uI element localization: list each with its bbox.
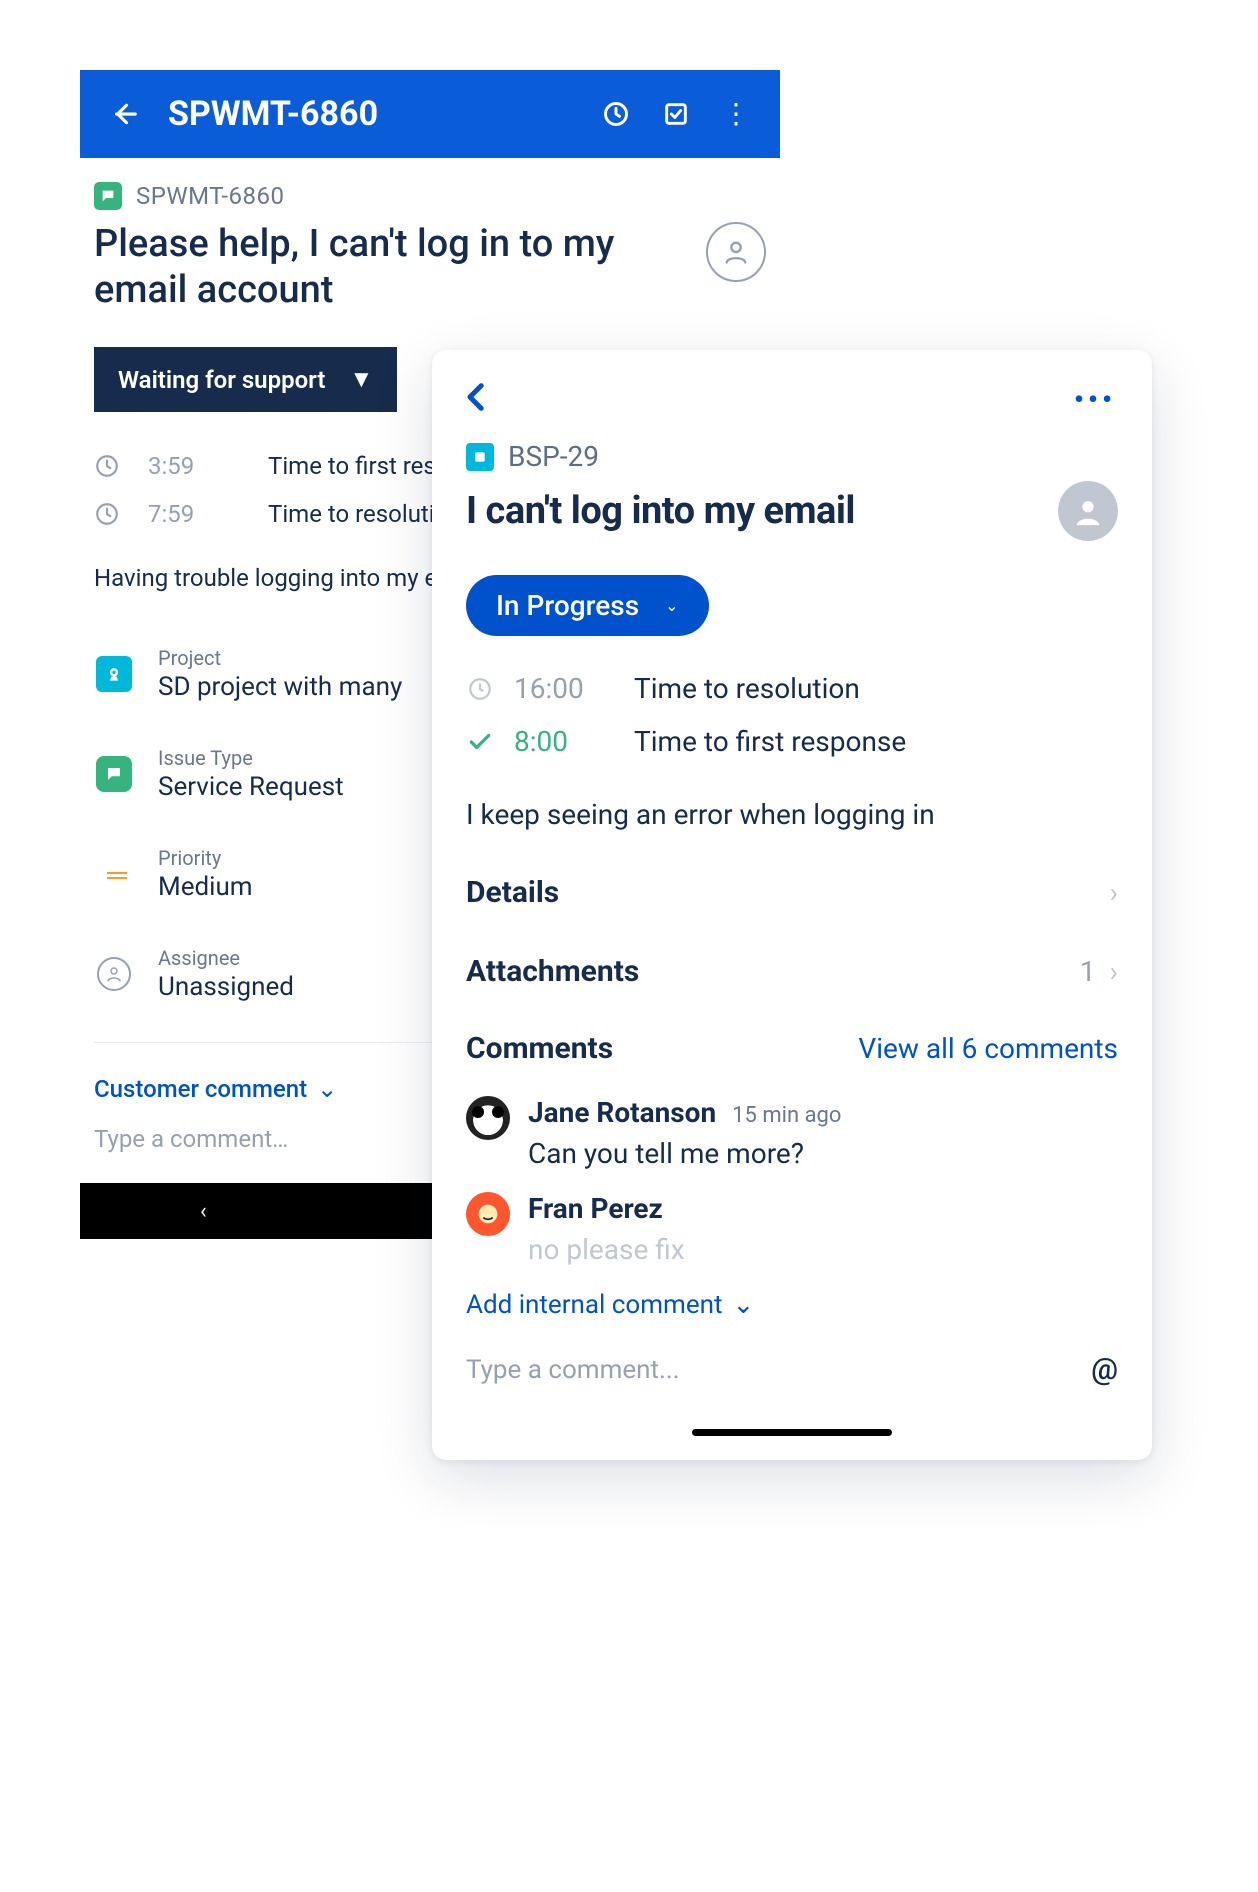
project-icon: [96, 656, 132, 692]
chevron-down-icon: ▼: [349, 365, 373, 394]
comment-placeholder: Type a comment...: [466, 1355, 680, 1385]
request-type-icon: [94, 182, 122, 210]
attachments-count: 1: [1080, 955, 1096, 988]
field-value: Service Request: [158, 772, 344, 802]
sla-time: 7:59: [148, 500, 240, 528]
sla-time: 8:00: [514, 725, 614, 758]
status-dropdown[interactable]: In Progress ⌄: [466, 575, 709, 636]
add-comment-label: Add internal comment: [466, 1290, 722, 1320]
reporter-avatar[interactable]: [1058, 481, 1118, 541]
issue-description: I keep seeing an error when logging in: [432, 768, 1152, 853]
sla-row: 16:00 Time to resolution: [432, 662, 1152, 715]
issue-key-row: SPWMT-6860: [80, 182, 780, 210]
issue-type-icon: [96, 756, 132, 792]
details-row[interactable]: Details ›: [432, 853, 1152, 932]
comment-author: Jane Rotanson: [528, 1096, 716, 1129]
more-icon[interactable]: ⋮: [720, 98, 752, 130]
field-value: SD project with many: [158, 672, 402, 702]
comments-header: Comments View all 6 comments: [432, 1011, 1152, 1080]
clock-icon: [466, 676, 494, 702]
issue-screen-b: ••• BSP-29 I can't log into my email In …: [432, 350, 1152, 1460]
reporter-avatar[interactable]: [706, 222, 766, 282]
sla-time: 3:59: [148, 452, 240, 480]
status-label: In Progress: [496, 589, 639, 622]
sla-label: Time to resolution: [634, 672, 860, 705]
person-icon: [97, 957, 131, 991]
chevron-right-icon: ›: [1110, 876, 1118, 909]
home-indicator[interactable]: [692, 1429, 892, 1436]
issue-title: Please help, I can't log in to my email …: [94, 222, 688, 313]
check-icon: [466, 729, 494, 755]
chevron-down-icon: ⌄: [317, 1075, 337, 1103]
comment-body: Can you tell me more?: [528, 1137, 841, 1170]
chevron-right-icon: ›: [1110, 955, 1118, 988]
comment-visibility-dropdown[interactable]: Add internal comment ⌄: [432, 1272, 1152, 1328]
mention-icon[interactable]: @: [1091, 1352, 1118, 1387]
field-value: Medium: [158, 872, 253, 902]
back-icon[interactable]: [108, 98, 140, 130]
field-label: Project: [158, 646, 402, 670]
attachments-label: Attachments: [466, 954, 639, 989]
comment-visibility-label: Customer comment: [94, 1075, 307, 1103]
comment-author: Fran Perez: [528, 1192, 663, 1225]
issue-key-row: BSP-29: [432, 428, 1152, 473]
comment-body: no please fix: [528, 1233, 685, 1266]
field-label: Issue Type: [158, 746, 344, 770]
comment-input[interactable]: Type a comment... @: [432, 1328, 1152, 1395]
issue-key: SPWMT-6860: [136, 182, 284, 210]
status-dropdown[interactable]: Waiting for support ▼: [94, 347, 397, 412]
comment-avatar: [466, 1192, 510, 1236]
status-label: Waiting for support: [118, 366, 325, 394]
field-value: Unassigned: [158, 972, 294, 1002]
view-all-comments-link[interactable]: View all 6 comments: [858, 1032, 1118, 1065]
comment-item: Fran Perez no please fix: [432, 1176, 1152, 1272]
comment-avatar: [466, 1096, 510, 1140]
issue-title: I can't log into my email: [466, 489, 1040, 533]
priority-icon: ═: [107, 858, 121, 891]
sla-label: Time to resolutio: [268, 500, 448, 528]
request-type-icon: [466, 443, 494, 471]
comment-placeholder: Type a comment…: [94, 1125, 288, 1153]
nav-back-icon[interactable]: ‹: [200, 1199, 207, 1224]
back-icon[interactable]: [460, 380, 494, 418]
field-label: Assignee: [158, 946, 294, 970]
attachments-row[interactable]: Attachments 1 ›: [432, 932, 1152, 1011]
appbar: SPWMT-6860 ⋮: [80, 70, 780, 158]
checklist-icon[interactable]: [660, 98, 692, 130]
comments-label: Comments: [466, 1031, 613, 1066]
more-icon[interactable]: •••: [1074, 383, 1116, 416]
clock-icon[interactable]: [600, 98, 632, 130]
details-label: Details: [466, 875, 559, 910]
appbar-title: SPWMT-6860: [168, 94, 572, 134]
sla-label: Time to first resp: [268, 452, 449, 480]
comment-timestamp: 15 min ago: [732, 1103, 841, 1128]
sla-time: 16:00: [514, 672, 614, 705]
sla-row: 8:00 Time to first response: [432, 715, 1152, 768]
comment-item: Jane Rotanson 15 min ago Can you tell me…: [432, 1080, 1152, 1176]
chevron-down-icon: ⌄: [665, 596, 678, 615]
field-label: Priority: [158, 846, 253, 870]
issue-key: BSP-29: [508, 440, 599, 473]
sla-label: Time to first response: [634, 725, 906, 758]
chevron-down-icon: ⌄: [732, 1290, 754, 1320]
